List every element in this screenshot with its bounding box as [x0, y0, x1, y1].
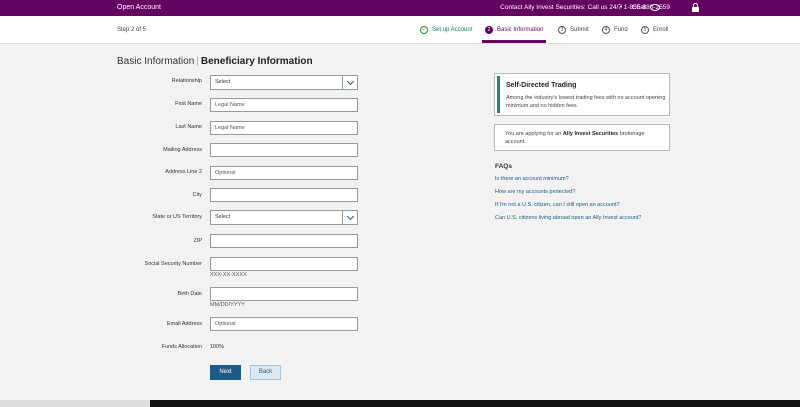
promo-card: Self-Directed Trading Among the industry… [494, 73, 670, 116]
step-bar: Step 2 of 5 ✓ Set up Account 2 Basic Inf… [0, 16, 800, 44]
relationship-label: Relationship [171, 78, 202, 84]
mailing-address-field[interactable] [210, 143, 358, 157]
applying-card: You are applying for an Ally Invest Secu… [494, 124, 670, 151]
step-label: Set up Account [432, 27, 473, 33]
ssn-hint: XXX-XX-XXXX [210, 272, 247, 278]
first-name-field[interactable]: Legal Name [210, 98, 358, 112]
city-label: City [192, 192, 202, 198]
step-number: 3 [558, 26, 566, 34]
next-button[interactable]: Next [210, 365, 241, 380]
chevron-down-icon [342, 211, 357, 224]
section-title: Basic Information [117, 56, 195, 67]
step-enroll: 5 Enroll [641, 26, 668, 34]
step-set-up-account[interactable]: ✓ Set up Account [420, 26, 472, 34]
chat-bubble-icon [649, 4, 660, 11]
last-name-label: Last Name [175, 124, 202, 130]
mailing-address-label: Mailing Address [163, 147, 202, 153]
bottom-bar [0, 400, 800, 407]
applying-text-bold: Ally Invest Securities [562, 131, 619, 137]
step-basic-information[interactable]: 2 Basic Information [485, 26, 543, 34]
accent-bar [497, 76, 500, 113]
faq-link[interactable]: Is there an account minimum? [495, 176, 569, 182]
address-line2-field[interactable]: Optional [210, 166, 358, 180]
step-submit: 3 Submit [558, 26, 589, 34]
zip-field[interactable] [210, 234, 358, 248]
ssn-label: Social Security Number [144, 261, 202, 267]
subsection-title: Beneficiary Information [200, 56, 313, 67]
state-select[interactable]: Select [210, 210, 358, 225]
birth-date-field[interactable] [210, 287, 358, 301]
chat-link[interactable]: Chat [632, 4, 660, 11]
step-number: 4 [602, 26, 610, 34]
top-bar: Open Account Contact Ally Invest Securit… [0, 0, 800, 16]
promo-title: Self-Directed Trading [506, 82, 577, 89]
separator-dot: • [620, 4, 623, 11]
step-fund: 4 Fund [602, 26, 628, 34]
step-label: Enroll [653, 27, 669, 33]
chevron-down-icon [342, 76, 357, 89]
active-step-indicator [482, 40, 546, 43]
zip-label: ZIP [193, 238, 202, 244]
check-icon: ✓ [420, 26, 428, 34]
city-field[interactable] [210, 188, 358, 202]
step-label: Submit [570, 27, 589, 33]
funds-allocation-label: Funds Allocation [161, 344, 202, 350]
faq-link[interactable]: If I'm not a U.S. citizen, can I still o… [495, 202, 620, 208]
step-label: Basic Information [497, 27, 544, 33]
birth-date-label: Birth Date [177, 291, 202, 297]
step-counter: Step 2 of 5 [117, 27, 147, 33]
faqs-heading: FAQs [495, 163, 512, 170]
page-title: Basic Information | Beneficiary Informatio… [117, 56, 313, 67]
relationship-value: Select [215, 79, 231, 85]
last-name-field[interactable]: Legal Name [210, 121, 358, 135]
ssn-field[interactable] [210, 257, 358, 271]
lock-icon [692, 3, 699, 12]
address-line2-label: Address Line 2 [165, 169, 202, 175]
state-value: Select [215, 214, 231, 220]
funds-allocation-value: 100% [210, 344, 225, 350]
email-field[interactable]: Optional [210, 317, 358, 331]
birth-date-hint: MM/DD/YYYY [210, 302, 245, 308]
chat-label: Chat [632, 4, 646, 11]
step-label: Fund [614, 27, 628, 33]
email-label: Email Address [166, 321, 202, 327]
faq-link[interactable]: Can U.S. citizens living abroad open an … [495, 215, 641, 221]
faq-link[interactable]: How are my accounts protected? [495, 189, 575, 195]
step-number: 2 [485, 26, 493, 34]
app-title: Open Account [117, 4, 161, 11]
back-button[interactable]: Back [250, 365, 281, 380]
relationship-select[interactable]: Select [210, 75, 358, 90]
promo-text: Among the industry's lowest trading fees… [506, 95, 666, 109]
state-label: State or US Territory [152, 214, 202, 220]
step-number: 5 [641, 26, 649, 34]
first-name-label: First Name [175, 101, 202, 107]
applying-text-pre: You are applying for an [505, 131, 563, 137]
